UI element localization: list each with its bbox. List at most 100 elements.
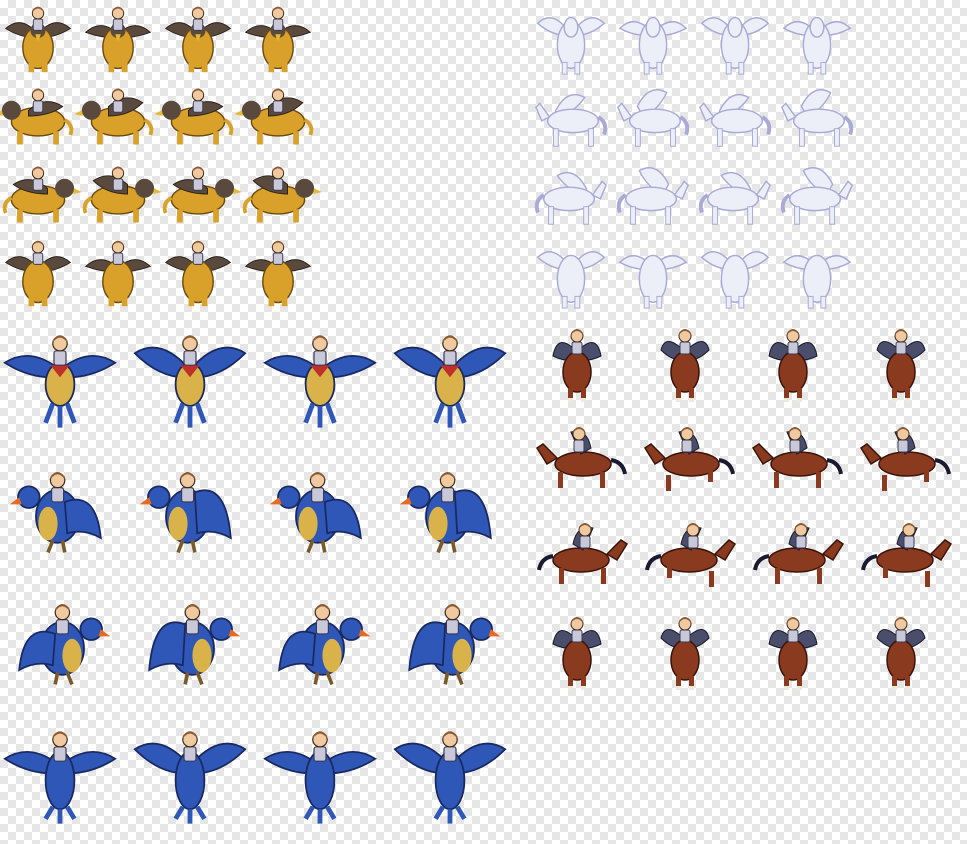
griffin-mount-graphic — [162, 166, 242, 223]
pegasus-mount-graphic — [536, 251, 606, 309]
bird-mount-graphic — [3, 335, 117, 428]
pegasus-sprite-up-frame — [778, 234, 856, 312]
horse-sprite-down-frame — [748, 322, 848, 412]
bird-sprite-down-frame — [130, 322, 250, 442]
griffin-sprite-left-frame — [0, 78, 76, 154]
pegasus-sprite-left-frame — [778, 78, 856, 156]
horse-sprite-right-frame — [856, 514, 956, 604]
griffin-sprite-down-frame — [240, 0, 316, 76]
bird-sprite-left-frame — [0, 454, 120, 574]
horse-sprite-left-frame — [748, 418, 848, 508]
bird-mount-graphic — [393, 335, 507, 428]
pegasus-sprite-up-frame — [696, 234, 774, 312]
bird-mount-graphic — [139, 472, 232, 554]
horse-mount-graphic — [645, 523, 737, 587]
bird-mount-graphic — [263, 335, 377, 428]
pegasus-mount-graphic — [782, 16, 852, 75]
bird-sprite-left-frame — [390, 454, 510, 574]
horse-sprite-up-frame — [640, 610, 740, 700]
pegasus-mount-graphic — [535, 93, 608, 147]
pegasus-sprite-up-frame — [532, 234, 610, 312]
griffin-sprite-up-frame — [240, 234, 316, 310]
bird-sprite-right-frame — [130, 586, 250, 706]
bird-mount-graphic — [263, 731, 377, 824]
horse-mount-graphic — [768, 617, 818, 690]
horse-sprite-right-frame — [640, 514, 740, 604]
griffin-sprite-up-frame — [0, 234, 76, 310]
griffin-sprite-up-frame — [80, 234, 156, 310]
griffin-mount-graphic — [234, 88, 314, 145]
pegasus-sprite-left-frame — [696, 78, 774, 156]
horse-sprite-up-frame — [748, 610, 848, 700]
horse-mount-graphic — [660, 329, 710, 402]
griffin-sprite-right-frame — [160, 156, 242, 232]
horse-mount-graphic — [753, 523, 845, 584]
griffin-mount-graphic — [82, 166, 162, 223]
griffin-sprite-down-frame — [0, 0, 76, 76]
horse-sprite-down-frame — [640, 322, 740, 412]
horse-sprite-up-frame — [856, 610, 956, 700]
horse-sprite-right-frame — [748, 514, 848, 604]
griffin-sprite-up-frame — [160, 234, 236, 310]
griffin-sprite-sheet — [0, 0, 322, 322]
griffin-mount-graphic — [164, 240, 232, 307]
griffin-sprite-right-frame — [0, 156, 82, 232]
horse-mount-graphic — [552, 329, 602, 402]
pegasus-mount-graphic — [781, 89, 854, 147]
bird-mount-graphic — [278, 604, 371, 686]
griffin-mount-graphic — [4, 6, 72, 73]
bird-mount-graphic — [18, 604, 111, 686]
bird-sprite-right-frame — [260, 586, 380, 706]
pegasus-mount-graphic — [616, 167, 689, 225]
griffin-sprite-down-frame — [160, 0, 236, 76]
pegasus-mount-graphic — [700, 251, 770, 309]
bird-mount-graphic — [399, 472, 492, 554]
bird-sprite-right-frame — [390, 586, 510, 706]
bird-mount-graphic — [408, 604, 501, 686]
pegasus-mount-graphic — [617, 89, 690, 147]
pegasus-sprite-up-frame — [614, 234, 692, 312]
horse-mount-graphic — [861, 523, 953, 587]
bird-sprite-left-frame — [260, 454, 380, 574]
griffin-mount-graphic — [2, 166, 82, 223]
horse-mount-graphic — [768, 329, 818, 402]
pegasus-mount-graphic — [780, 167, 853, 225]
griffin-mount-graphic — [0, 88, 74, 145]
winged-horse-sprite-sheet — [532, 322, 967, 712]
bird-sprite-up-frame — [130, 718, 250, 838]
bird-sprite-up-frame — [0, 718, 120, 838]
bird-sprite-down-frame — [260, 322, 380, 442]
bird-mount-graphic — [133, 335, 247, 428]
bird-mount-graphic — [269, 472, 362, 554]
horse-mount-graphic — [535, 427, 627, 488]
bird-sprite-up-frame — [260, 718, 380, 838]
pegasus-mount-graphic — [618, 254, 688, 309]
griffin-mount-graphic — [244, 240, 312, 307]
horse-mount-graphic — [660, 617, 710, 690]
pegasus-sprite-right-frame — [532, 156, 610, 234]
pegasus-mount-graphic — [699, 93, 772, 147]
griffin-sprite-down-frame — [80, 0, 156, 76]
griffin-sprite-left-frame — [234, 78, 316, 154]
pegasus-sprite-left-frame — [532, 78, 610, 156]
griffin-sprite-left-frame — [74, 78, 156, 154]
horse-sprite-left-frame — [640, 418, 740, 508]
pegasus-sprite-down-frame — [778, 0, 856, 78]
bird-sprite-down-frame — [0, 322, 120, 442]
bird-mount-graphic — [3, 731, 117, 824]
horse-sprite-down-frame — [532, 322, 632, 412]
horse-sprite-right-frame — [532, 514, 632, 604]
pegasus-mount-graphic — [534, 171, 607, 225]
griffin-mount-graphic — [164, 6, 232, 73]
griffin-mount-graphic — [154, 88, 234, 145]
horse-sprite-up-frame — [532, 610, 632, 700]
griffin-mount-graphic — [84, 240, 152, 307]
horse-sprite-left-frame — [532, 418, 632, 508]
pegasus-sprite-sheet — [532, 0, 866, 322]
horse-mount-graphic — [751, 427, 843, 488]
bird-mount-graphic — [148, 604, 241, 686]
pegasus-mount-graphic — [536, 16, 606, 75]
pegasus-sprite-down-frame — [696, 0, 774, 78]
pegasus-mount-graphic — [782, 254, 852, 309]
bird-sprite-sheet — [0, 322, 520, 844]
